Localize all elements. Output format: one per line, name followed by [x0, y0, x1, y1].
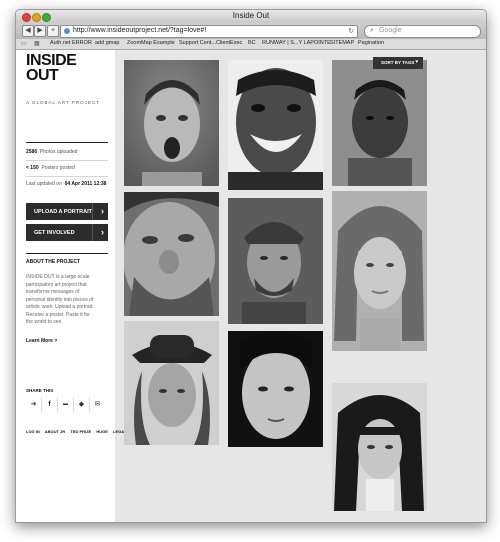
updated-stat: Last updated on 04 Apr 2011 12:38 [26, 181, 106, 187]
button-separator [92, 224, 93, 241]
posters-stat: < 150 Posters posted [26, 165, 75, 171]
search-field[interactable]: ⌕ Google [364, 25, 481, 38]
chevron-right-icon: › [101, 227, 104, 237]
reload-icon[interactable]: ↻ [348, 27, 354, 35]
portrait-photo[interactable] [228, 60, 323, 190]
sidebar: INSIDE OUT A GLOBAL ART PROJECT 2586 Pho… [16, 50, 127, 522]
footer-link[interactable]: ABOUT JR [45, 429, 65, 434]
title-bar: Inside Out [16, 10, 486, 24]
footer-links: LOG IN ABOUT JR TED PRIZE HUGE LEGAL [26, 429, 131, 434]
updated-label: Last updated on [26, 181, 62, 187]
bookmark-item[interactable]: BC [248, 40, 256, 46]
bookmark-item[interactable]: Auth.net ERROR [50, 40, 92, 46]
facebook-icon[interactable]: f [42, 397, 58, 412]
tagline: A GLOBAL ART PROJECT [26, 100, 100, 105]
digg-icon[interactable]: ▬ [58, 397, 74, 412]
bookmark-item[interactable]: Support Cent...ClientExec [179, 40, 242, 46]
portrait-photo[interactable] [332, 60, 427, 186]
browser-window: Inside Out ◀ ▶ + http://www.insideoutpro… [15, 9, 487, 523]
page-content: INSIDE OUT A GLOBAL ART PROJECT 2586 Pho… [16, 50, 486, 522]
browser-toolbar: ◀ ▶ + http://www.insideoutproject.net/?t… [16, 23, 486, 39]
search-placeholder: Google [379, 27, 402, 34]
address-bar[interactable]: http://www.insideoutproject.net/?tag=lov… [60, 25, 358, 38]
bookmark-item[interactable]: SITEMAP [330, 40, 354, 46]
portrait-photo[interactable] [228, 331, 323, 447]
photos-count: 2586 [26, 149, 38, 155]
upload-portrait-label: UPLOAD A PORTRAIT [34, 209, 92, 215]
divider [26, 160, 108, 161]
get-involved-label: GET INVOLVED [34, 230, 75, 236]
logo[interactable]: INSIDE OUT [26, 52, 77, 84]
learn-more-link[interactable]: Learn More > [26, 338, 57, 344]
sort-by-tags-button[interactable]: SORT BY TAGS ▾ [373, 57, 423, 69]
portrait-photo[interactable] [124, 321, 219, 445]
posters-count: < 150 [26, 165, 39, 171]
portrait-photo[interactable] [332, 383, 427, 511]
plus-icon[interactable]: + [47, 25, 59, 37]
divider [26, 142, 108, 143]
forward-arrow-icon[interactable]: ▶ [34, 25, 46, 37]
divider [26, 176, 108, 177]
divider [26, 253, 108, 254]
bookmarks-bar: ▭ ▦ Auth.net ERROR add gmap ZoomMap Exam… [16, 39, 486, 50]
share-heading: SHARE THIS [26, 388, 54, 393]
about-heading: ABOUT THE PROJECT [26, 259, 81, 265]
grid-icon[interactable]: ▦ [34, 40, 40, 47]
url-text: http://www.insideoutproject.net/?tag=lov… [73, 27, 207, 34]
bookmark-item[interactable]: add gmap [95, 40, 119, 46]
posters-label: Posters posted [41, 165, 75, 171]
share-icon[interactable]: ➜ [26, 397, 42, 412]
footer-link[interactable]: HUGE [96, 429, 108, 434]
photos-stat: 2586 Photos uploaded [26, 149, 77, 155]
button-separator [92, 203, 93, 220]
mail-icon[interactable]: ✉ [90, 397, 105, 412]
window-title: Inside Out [232, 11, 270, 20]
upload-portrait-button[interactable]: UPLOAD A PORTRAIT › [26, 203, 108, 220]
portrait-photo[interactable] [124, 60, 219, 186]
get-involved-button[interactable]: GET INVOLVED › [26, 224, 108, 241]
updated-date: 04 Apr 2011 12:38 [64, 181, 107, 187]
bookmark-item[interactable]: ZoomMap Example [127, 40, 175, 46]
delicious-icon[interactable]: ◆ [74, 397, 90, 412]
search-icon: ⌕ [370, 27, 374, 34]
portrait-photo[interactable] [332, 191, 427, 351]
book-icon[interactable]: ▭ [21, 40, 27, 47]
sort-by-tags-label: SORT BY TAGS [381, 60, 415, 65]
site-icon [64, 28, 70, 34]
bookmark-item[interactable]: RUNWAY | S...Y LAPOINTE [262, 40, 331, 46]
about-text: INSIDE OUT is a large-scale participator… [26, 274, 94, 325]
bookmark-item[interactable]: Pagination [358, 40, 384, 46]
photos-label: Photos uploaded [39, 149, 78, 155]
chevron-down-icon: ▾ [415, 59, 418, 65]
footer-link[interactable]: LOG IN [26, 429, 40, 434]
logo-line-1: INSIDE [26, 52, 77, 69]
portrait-photo[interactable] [228, 198, 323, 324]
share-buttons: ➜ f ▬ ◆ ✉ [26, 397, 106, 412]
portrait-photo[interactable] [124, 192, 219, 316]
logo-line-2: OUT [26, 67, 59, 84]
chevron-right-icon: › [101, 206, 104, 216]
back-arrow-icon[interactable]: ◀ [22, 25, 34, 37]
footer-link[interactable]: TED PRIZE [70, 429, 91, 434]
